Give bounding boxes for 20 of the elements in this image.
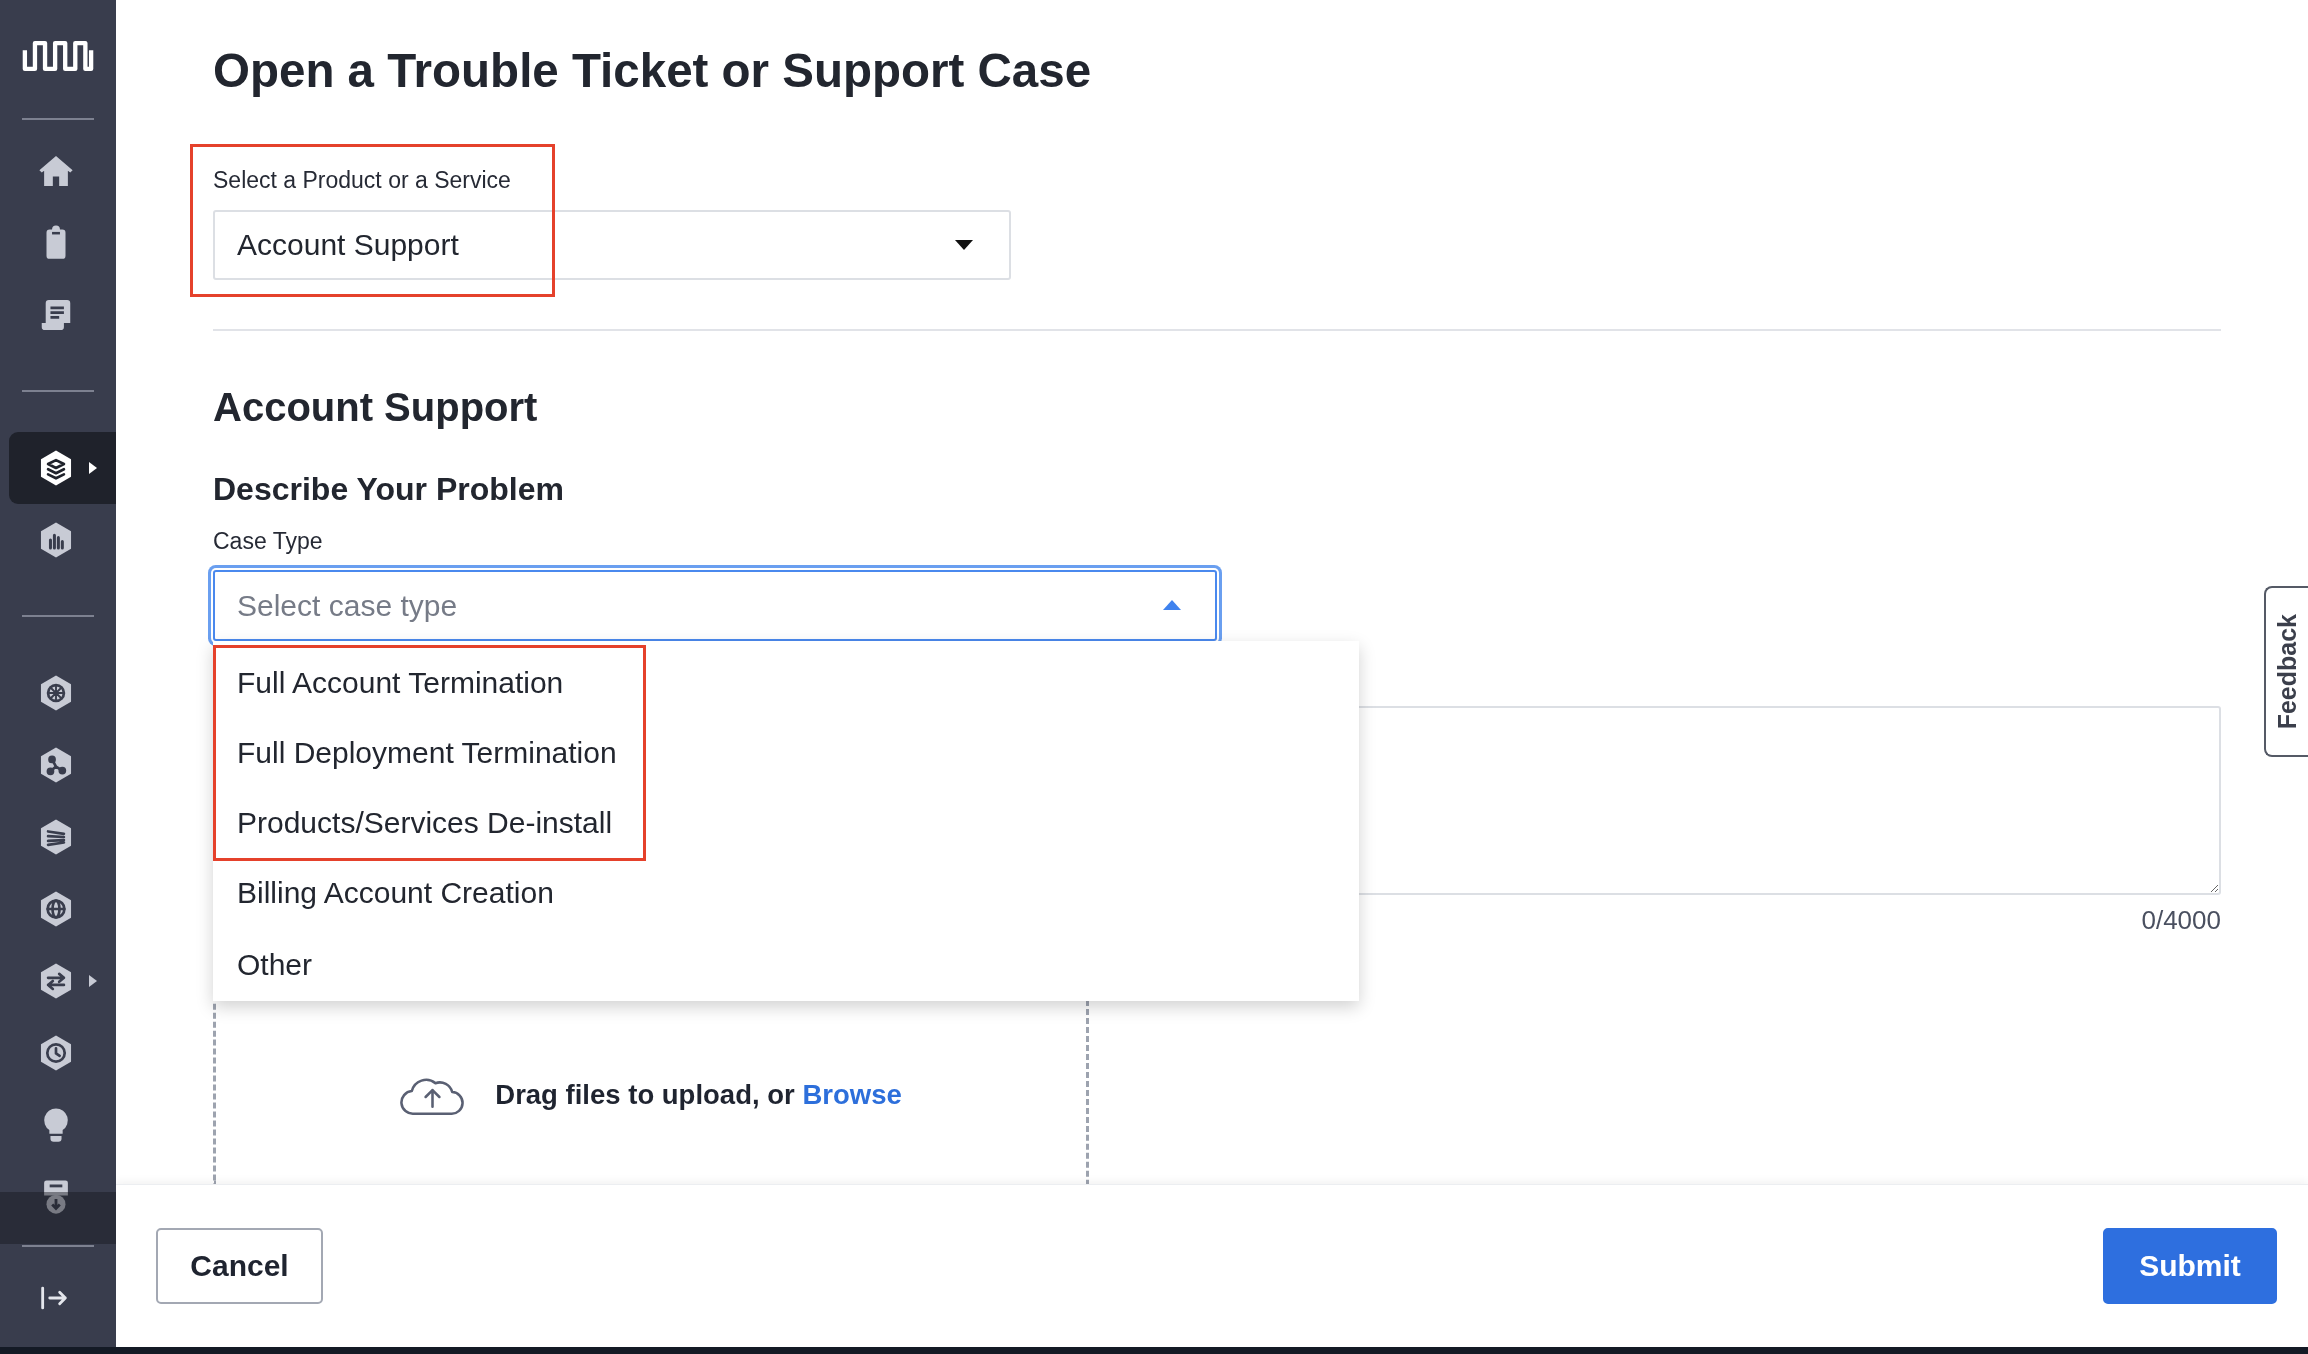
character-counter: 0/4000 bbox=[2141, 905, 2221, 935]
dropdown-option[interactable]: Full Account Termination bbox=[216, 648, 643, 718]
caret-down-icon bbox=[955, 240, 973, 250]
submit-button[interactable]: Submit bbox=[2103, 1228, 2277, 1304]
dropdown-option[interactable]: Products/Services De-install bbox=[216, 788, 643, 858]
field-label: Select a Product or a Service bbox=[213, 166, 512, 195]
feedback-tab[interactable]: Feedback bbox=[2264, 586, 2308, 757]
dropdown-option[interactable]: Billing Account Creation bbox=[213, 857, 1359, 929]
browse-link[interactable]: Browse bbox=[802, 1078, 902, 1110]
page-title: Open a Trouble Ticket or Support Case bbox=[213, 43, 1093, 99]
caret-up-icon bbox=[1163, 600, 1181, 610]
dropdown-option[interactable]: Full Deployment Termination bbox=[216, 718, 643, 788]
case-type-select[interactable]: Select case type bbox=[213, 570, 1217, 641]
cancel-button[interactable]: Cancel bbox=[156, 1228, 323, 1304]
product-select[interactable]: Account Support bbox=[213, 210, 1011, 280]
subsection-title: Describe Your Problem bbox=[213, 470, 565, 508]
section-title: Account Support bbox=[213, 384, 539, 431]
field-label: Case Type bbox=[213, 527, 324, 556]
upload-prompt: Drag files to upload, or Browse bbox=[495, 1078, 902, 1111]
nav-item[interactable] bbox=[9, 432, 116, 504]
